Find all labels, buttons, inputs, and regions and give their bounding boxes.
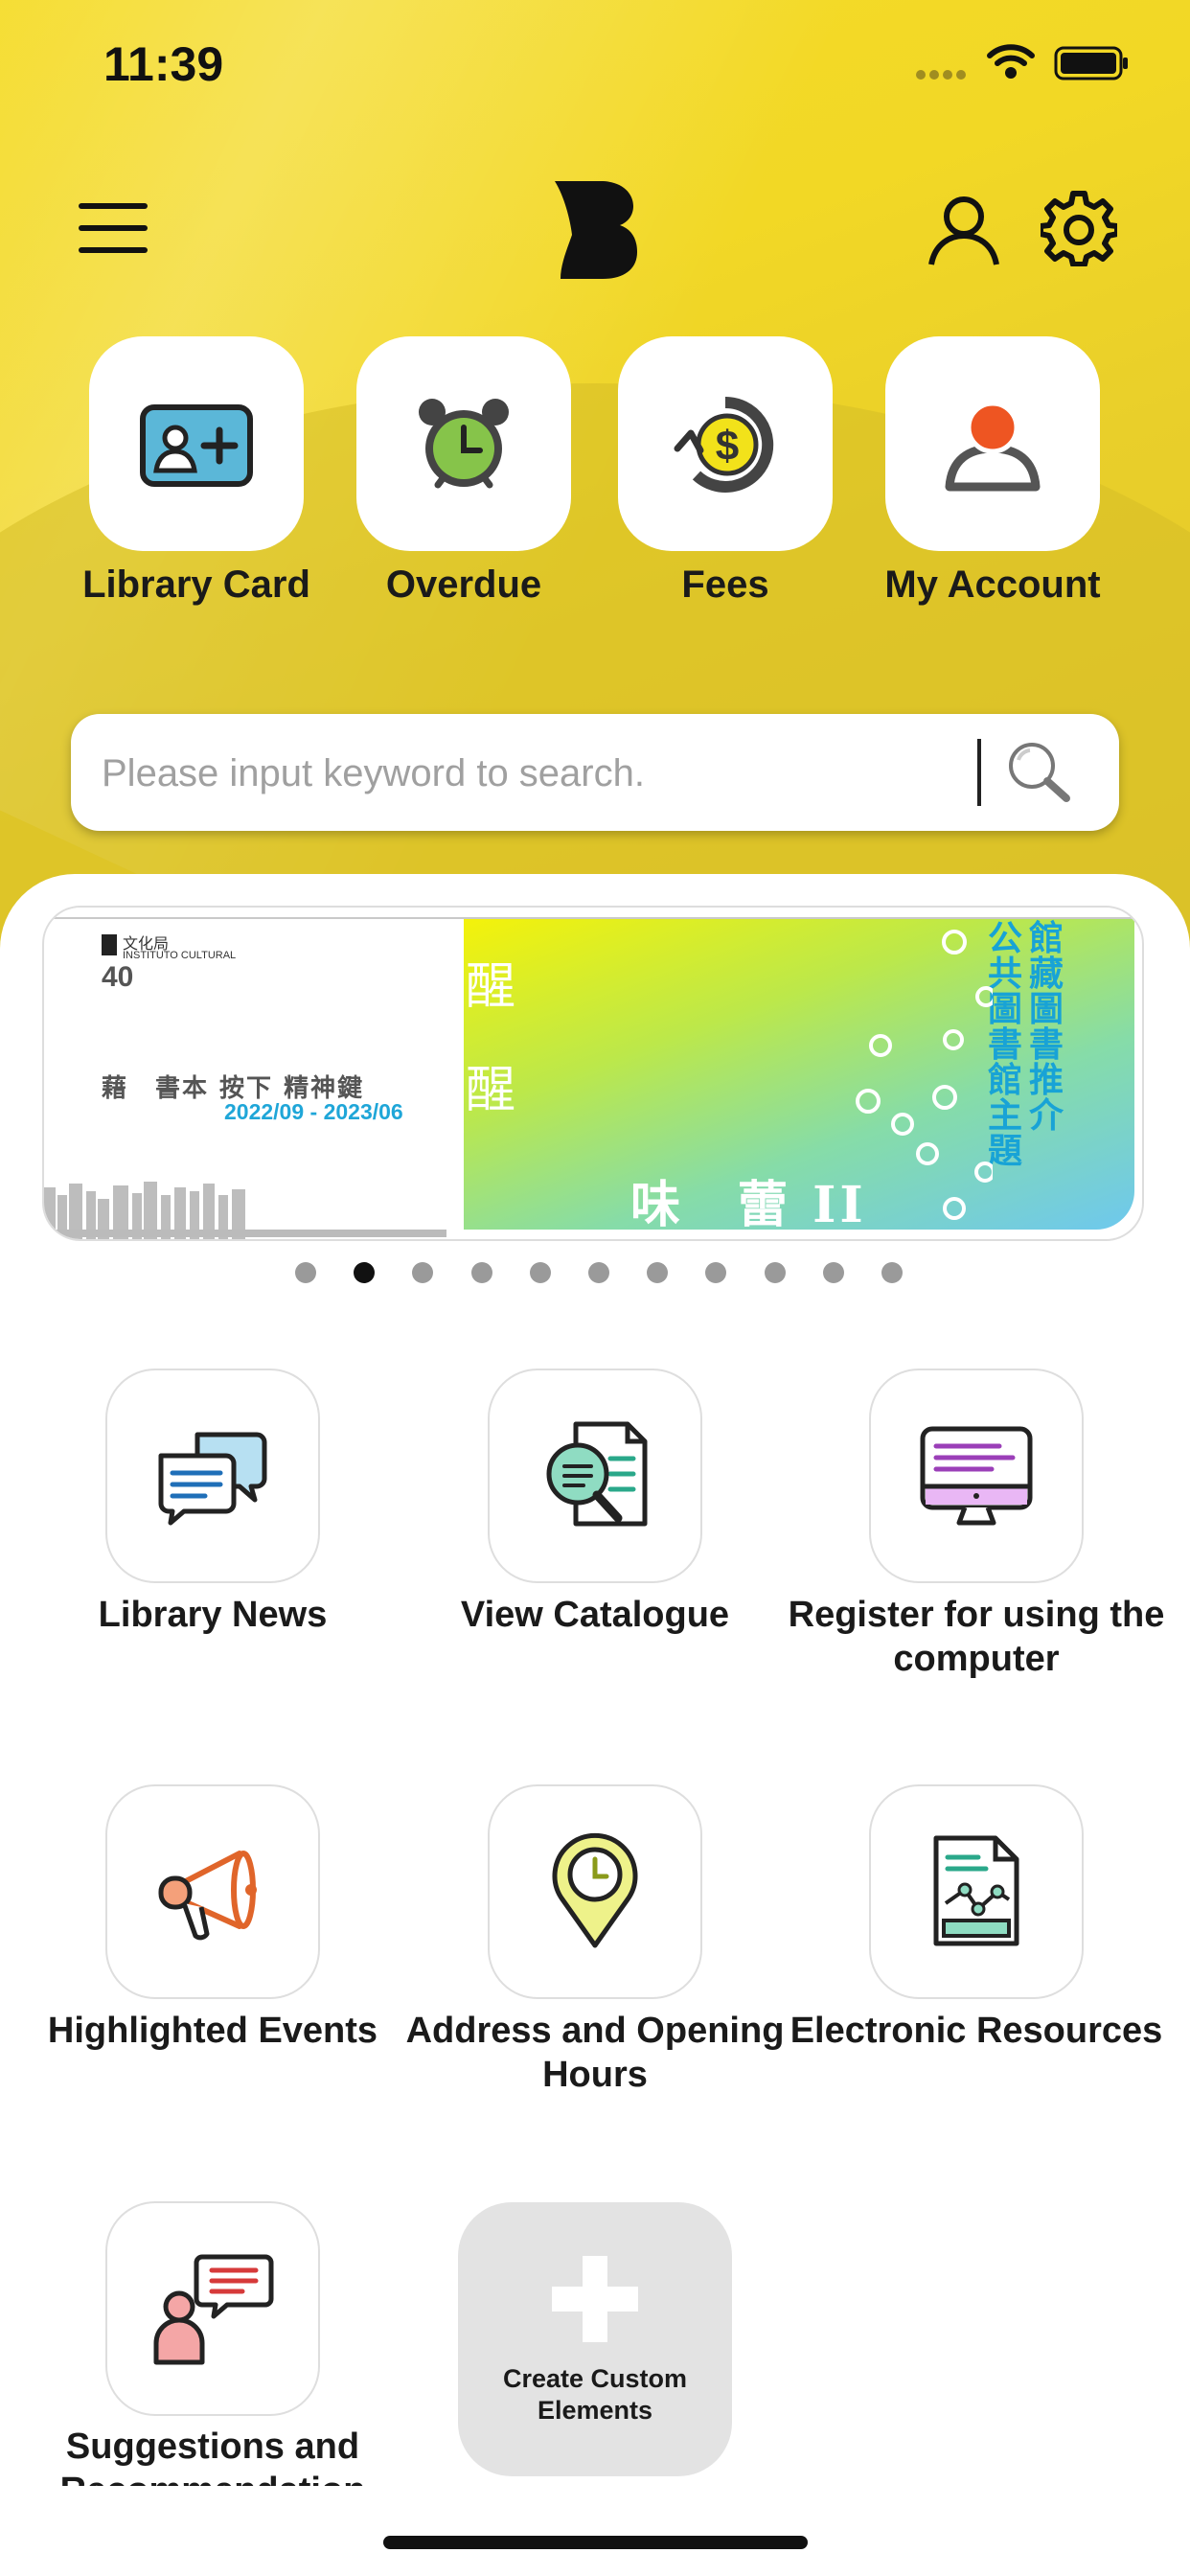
- fees-tile[interactable]: $: [618, 336, 833, 551]
- search-divider: [977, 739, 981, 806]
- org-name-pt: INSTITUTO CULTURAL: [123, 950, 237, 961]
- status-time: 11:39: [103, 37, 224, 91]
- electronic-resources-label: Electronic Resources: [790, 2011, 1163, 2051]
- battery-icon: [1054, 46, 1131, 85]
- highlighted-events-label: Highlighted Events: [47, 2011, 378, 2051]
- create-custom-elements-label: Create Custom Elements: [502, 2364, 688, 2425]
- fees-dollar-icon: $: [674, 396, 774, 493]
- banner-base-line: [44, 1230, 446, 1237]
- address-opening-tile[interactable]: [488, 1784, 702, 1999]
- page-dot[interactable]: [822, 1262, 844, 1283]
- page-dot[interactable]: [881, 1262, 903, 1283]
- suggestions-label: Suggestions and Recommendation: [60, 2426, 366, 2486]
- register-computer-tile[interactable]: [869, 1368, 1084, 1583]
- banner-char-bottom: 醒: [466, 1062, 516, 1119]
- library-card-icon: [140, 404, 253, 487]
- megaphone-icon: [158, 1851, 257, 1941]
- svg-text:$: $: [716, 423, 739, 470]
- search-box: [71, 714, 1119, 833]
- alarm-clock-icon: [419, 399, 509, 489]
- e-document-icon: [933, 1835, 1019, 1946]
- page-dot[interactable]: [587, 1262, 609, 1283]
- page-dot[interactable]: [647, 1262, 669, 1283]
- page-dot[interactable]: [529, 1262, 551, 1283]
- search-input[interactable]: [100, 714, 1023, 833]
- page-dot[interactable]: [295, 1262, 316, 1283]
- create-custom-elements-button[interactable]: Create Custom Elements: [458, 2202, 732, 2476]
- banner-char-top: 醒: [466, 958, 516, 1016]
- suggestions-label-clip: Suggestions and Recommendation: [21, 2425, 404, 2486]
- page-dot[interactable]: [470, 1262, 492, 1283]
- fees-label: Fees: [681, 564, 769, 606]
- address-opening-label: Address and Opening Hours: [405, 2011, 785, 2095]
- location-clock-icon: [552, 1832, 638, 1948]
- chat-bubbles-icon: [158, 1432, 267, 1526]
- computer-monitor-icon: [920, 1426, 1033, 1526]
- page-dot[interactable]: [412, 1262, 434, 1283]
- promo-banner[interactable]: 文化局 INSTITUTO CULTURAL 40 藉 書本 按下 精神鍵 20…: [42, 906, 1144, 1241]
- overdue-label: Overdue: [385, 564, 542, 606]
- page-dot[interactable]: [705, 1262, 727, 1283]
- banner-bottom-title: 味 蕾 II: [630, 1176, 867, 1234]
- view-catalogue-label: View Catalogue: [460, 1595, 730, 1635]
- my-account-label: My Account: [884, 564, 1101, 606]
- wifi-icon: [987, 42, 1035, 85]
- banner-page-indicator[interactable]: [295, 1262, 903, 1283]
- page-dot[interactable]: [764, 1262, 786, 1283]
- brand-b-logo: [551, 177, 639, 288]
- library-card-tile[interactable]: [89, 336, 304, 551]
- gear-icon[interactable]: [1038, 190, 1120, 271]
- library-card-label: Library Card: [82, 564, 310, 606]
- search-icon[interactable]: [1005, 739, 1074, 813]
- anniversary-number: 40: [102, 961, 134, 993]
- plus-icon: [552, 2256, 638, 2342]
- highlighted-events-tile[interactable]: [105, 1784, 320, 1999]
- library-news-label: Library News: [98, 1595, 328, 1635]
- register-computer-label: Register for using the computer: [788, 1595, 1165, 1679]
- banner-vertical-title-1: 館藏圖書推介: [1029, 918, 1064, 1136]
- account-person-icon[interactable]: [926, 192, 1002, 273]
- suggestion-person-icon: [153, 2254, 274, 2365]
- suggestions-tile[interactable]: [105, 2201, 320, 2416]
- banner-vertical-title-2: 公共圖書館主題: [988, 918, 1023, 1171]
- page-dot-active[interactable]: [354, 1262, 376, 1283]
- cellular-signal-icon: [915, 67, 971, 87]
- catalogue-search-icon: [546, 1421, 648, 1527]
- home-indicator[interactable]: [383, 2536, 808, 2549]
- my-account-tile[interactable]: [885, 336, 1100, 551]
- library-news-tile[interactable]: [105, 1368, 320, 1583]
- overdue-tile[interactable]: [356, 336, 571, 551]
- org-logo-icon: [102, 934, 117, 960]
- hamburger-menu-icon[interactable]: [77, 199, 149, 262]
- banner-dates: 2022/09 - 2023/06: [224, 1099, 403, 1124]
- view-catalogue-tile[interactable]: [488, 1368, 702, 1583]
- electronic-resources-tile[interactable]: [869, 1784, 1084, 1999]
- my-account-icon: [945, 401, 1041, 492]
